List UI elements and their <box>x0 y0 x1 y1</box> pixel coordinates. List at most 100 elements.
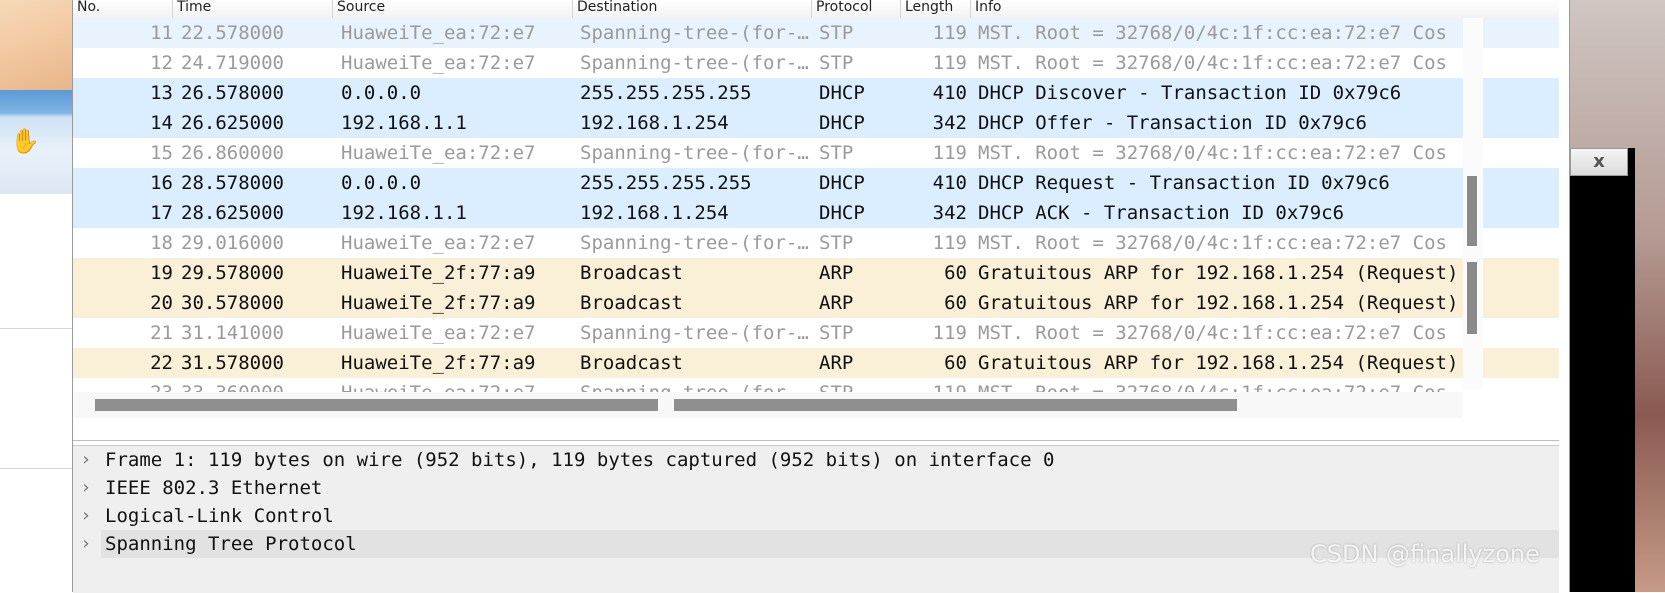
packet-cell-no: 15 <box>150 142 173 164</box>
packet-cell-destination: Spanning-tree-(for-… <box>580 232 809 254</box>
hand-tool-icon[interactable]: ✋ <box>10 126 40 156</box>
packet-row[interactable]: 20 30.578000 HuaweiTe_2f:77:a9 Broadcast ARP… <box>73 288 1559 318</box>
packet-cell-length: 60 <box>944 262 967 284</box>
vertical-scroll-thumb[interactable] <box>1467 176 1477 246</box>
packet-row[interactable]: 16 28.578000 0.0.0.0 255.255.255.255 DHCP 410… <box>73 168 1559 198</box>
detail-tree-item-label: Frame 1: 119 bytes on wire (952 bits), 1… <box>105 449 1055 471</box>
column-header-label: Destination <box>577 0 658 15</box>
packet-cell-info: DHCP Request - Transaction ID 0x79c6 <box>978 172 1390 194</box>
column-header-label: Time <box>177 0 212 15</box>
packet-cell-time: 28.578000 <box>181 172 284 194</box>
column-header-label: Info <box>975 0 1002 15</box>
detail-tree-item-label: Logical-Link Control <box>105 505 334 527</box>
chevron-right-icon[interactable]: › <box>79 446 93 474</box>
column-header-length[interactable]: Length <box>901 0 971 18</box>
packet-cell-time: 26.578000 <box>181 82 284 104</box>
packet-cell-no: 22 <box>150 352 173 374</box>
packet-cell-info: DHCP Offer - Transaction ID 0x79c6 <box>978 112 1367 134</box>
detail-tree-item[interactable]: › Frame 1: 119 bytes on wire (952 bits), … <box>73 446 1559 474</box>
wireshark-main-window: No. Time Source Destination Protocol Len… <box>72 0 1570 593</box>
packet-cell-info: Gratuitous ARP for 192.168.1.254 (Reques… <box>978 292 1459 314</box>
packet-cell-protocol: STP <box>819 322 854 344</box>
packet-cell-protocol: STP <box>819 22 854 44</box>
packet-row[interactable]: 22 31.578000 HuaweiTe_2f:77:a9 Broadcast ARP… <box>73 348 1559 378</box>
packet-row[interactable]: 21 31.141000 HuaweiTe_ea:72:e7 Spanning-tre… <box>73 318 1559 348</box>
packet-cell-no: 21 <box>150 322 173 344</box>
packet-details-pane[interactable]: › Frame 1: 119 bytes on wire (952 bits), … <box>73 445 1559 593</box>
packet-list-vertical-scrollbar[interactable] <box>1463 18 1483 390</box>
detail-tree-item[interactable]: › Logical-Link Control <box>73 502 1559 530</box>
packet-cell-length: 410 <box>932 172 967 194</box>
column-header-no[interactable]: No. <box>73 0 173 18</box>
packet-row[interactable]: 19 29.578000 HuaweiTe_2f:77:a9 Broadcast ARP… <box>73 258 1559 288</box>
packet-cell-info: MST. Root = 32768/0/4c:1f:cc:ea:72:e7 Co… <box>978 22 1447 44</box>
packet-cell-info: MST. Root = 32768/0/4c:1f:cc:ea:72:e7 Co… <box>978 52 1447 74</box>
packet-cell-time: 26.860000 <box>181 142 284 164</box>
packet-cell-protocol: ARP <box>819 352 854 374</box>
packet-list-horizontal-scrollbar[interactable] <box>73 392 1463 418</box>
chevron-right-icon[interactable]: › <box>79 530 93 558</box>
column-header-destination[interactable]: Destination <box>573 0 812 18</box>
horizontal-scroll-thumb[interactable] <box>674 399 1237 411</box>
packet-cell-protocol: STP <box>819 232 854 254</box>
packet-cell-time: 29.578000 <box>181 262 284 284</box>
packet-cell-time: 28.625000 <box>181 202 284 224</box>
packet-cell-no: 16 <box>150 172 173 194</box>
packet-cell-time: 30.578000 <box>181 292 284 314</box>
background-terminal-edge <box>1570 176 1590 592</box>
packet-cell-destination: 255.255.255.255 <box>580 82 752 104</box>
packet-cell-length: 410 <box>932 82 967 104</box>
packet-cell-no: 12 <box>150 52 173 74</box>
column-header-label: No. <box>77 0 101 15</box>
background-window-left: ✋ <box>0 0 73 592</box>
column-header-time[interactable]: Time <box>173 0 333 18</box>
packet-cell-source: HuaweiTe_ea:72:e7 <box>341 232 536 254</box>
packet-list-pane[interactable]: No. Time Source Destination Protocol Len… <box>73 0 1559 441</box>
packet-row[interactable]: 12 24.719000 HuaweiTe_ea:72:e7 Spanning-tre… <box>73 48 1559 78</box>
packet-cell-destination: Spanning-tree-(for-… <box>580 322 809 344</box>
packet-cell-time: 29.016000 <box>181 232 284 254</box>
horizontal-scroll-thumb[interactable] <box>95 399 658 411</box>
packet-cell-time: 22.578000 <box>181 22 284 44</box>
detail-tree-item[interactable]: › IEEE 802.3 Ethernet <box>73 474 1559 502</box>
packet-row[interactable]: 15 26.860000 HuaweiTe_ea:72:e7 Spanning-tre… <box>73 138 1559 168</box>
packet-cell-no: 14 <box>150 112 173 134</box>
packet-row[interactable]: 11 22.578000 HuaweiTe_ea:72:e7 Spanning-tre… <box>73 18 1559 48</box>
packet-cell-destination: 192.168.1.254 <box>580 202 729 224</box>
packet-cell-destination: Spanning-tree-(for-… <box>580 52 809 74</box>
column-header-source[interactable]: Source <box>333 0 573 18</box>
packet-cell-source: 0.0.0.0 <box>341 82 422 104</box>
chevron-right-icon[interactable]: › <box>79 474 93 502</box>
packet-cell-info: MST. Root = 32768/0/4c:1f:cc:ea:72:e7 Co… <box>978 322 1447 344</box>
packet-row[interactable]: 13 26.578000 0.0.0.0 255.255.255.255 DHCP 410… <box>73 78 1559 108</box>
divider <box>0 468 72 469</box>
packet-cell-length: 60 <box>944 352 967 374</box>
desktop-wallpaper-fragment <box>0 0 72 90</box>
chevron-right-icon[interactable]: › <box>79 502 93 530</box>
column-header-info[interactable]: Info <box>971 0 1463 18</box>
packet-cell-length: 119 <box>932 322 967 344</box>
packet-cell-destination: Broadcast <box>580 292 683 314</box>
packet-row[interactable]: 18 29.016000 HuaweiTe_ea:72:e7 Spanning-tre… <box>73 228 1559 258</box>
packet-cell-time: 26.625000 <box>181 112 284 134</box>
column-header-protocol[interactable]: Protocol <box>812 0 901 18</box>
vertical-scroll-thumb[interactable] <box>1467 262 1477 334</box>
packet-row[interactable]: 14 26.625000 192.168.1.1 192.168.1.254 DHCP 3… <box>73 108 1559 138</box>
packet-cell-destination: Spanning-tree-(for-… <box>580 22 809 44</box>
packet-cell-time: 24.719000 <box>181 52 284 74</box>
packet-cell-source: 192.168.1.1 <box>341 112 467 134</box>
packet-cell-destination: 255.255.255.255 <box>580 172 752 194</box>
packet-cell-no: 13 <box>150 82 173 104</box>
packet-cell-length: 60 <box>944 292 967 314</box>
divider <box>0 328 72 329</box>
packet-cell-info: DHCP ACK - Transaction ID 0x79c6 <box>978 202 1345 224</box>
packet-cell-source: HuaweiTe_ea:72:e7 <box>341 322 536 344</box>
packet-row[interactable]: 17 28.625000 192.168.1.1 192.168.1.254 DHCP 3… <box>73 198 1559 228</box>
watermark: CSDN @finallyzone <box>1310 540 1540 568</box>
packet-cell-destination: Broadcast <box>580 352 683 374</box>
close-button[interactable]: x <box>1570 148 1628 176</box>
detail-tree-item-label: Spanning Tree Protocol <box>105 533 357 555</box>
packet-cell-no: 11 <box>150 22 173 44</box>
packet-cell-info: DHCP Discover - Transaction ID 0x79c6 <box>978 82 1402 104</box>
packet-cell-destination: Broadcast <box>580 262 683 284</box>
